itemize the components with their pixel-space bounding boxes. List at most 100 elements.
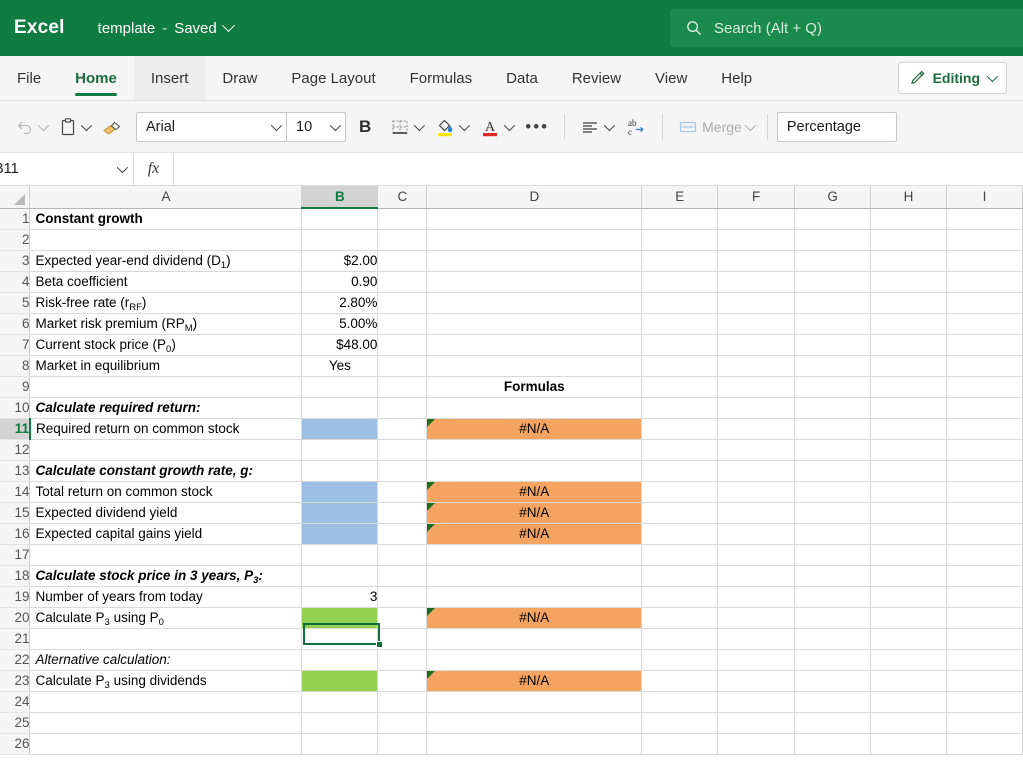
cell-C13[interactable] xyxy=(377,460,428,482)
cell-H14[interactable] xyxy=(870,481,947,503)
cell-C20[interactable] xyxy=(377,607,428,629)
cell-B9[interactable] xyxy=(301,376,379,398)
cell-G19[interactable] xyxy=(794,586,872,608)
cell-H19[interactable] xyxy=(870,586,947,608)
cell-D24[interactable] xyxy=(426,691,643,713)
tab-draw[interactable]: Draw xyxy=(205,56,274,100)
cell-A5[interactable]: Risk-free rate (rRF) xyxy=(29,292,303,314)
cell-H13[interactable] xyxy=(870,460,947,482)
cell-A18[interactable]: Calculate stock price in 3 years, P3: xyxy=(29,565,303,587)
tab-insert[interactable]: Insert xyxy=(133,56,206,100)
row-header-18[interactable]: 18 xyxy=(0,565,31,587)
cell-C3[interactable] xyxy=(377,250,428,272)
cell-I19[interactable] xyxy=(946,586,1023,608)
cell-D17[interactable] xyxy=(426,544,643,566)
cell-C6[interactable] xyxy=(377,313,428,335)
row-header-7[interactable]: 7 xyxy=(0,334,31,356)
cell-D19[interactable] xyxy=(426,586,643,608)
cell-A21[interactable] xyxy=(29,628,303,650)
cell-E26[interactable] xyxy=(641,733,719,755)
cell-D8[interactable] xyxy=(426,355,643,377)
paste-button[interactable] xyxy=(53,110,94,144)
cell-D14[interactable]: #N/A xyxy=(426,481,643,503)
cell-I8[interactable] xyxy=(946,355,1023,377)
cell-H9[interactable] xyxy=(870,376,947,398)
cell-H26[interactable] xyxy=(870,733,947,755)
cell-A3[interactable]: Expected year-end dividend (D1) xyxy=(29,250,303,272)
chevron-down-icon[interactable] xyxy=(986,70,999,83)
cell-I15[interactable] xyxy=(946,502,1023,524)
row-header-2[interactable]: 2 xyxy=(0,229,31,251)
row-header-26[interactable]: 26 xyxy=(0,733,31,755)
cell-A24[interactable] xyxy=(29,691,303,713)
cell-G4[interactable] xyxy=(794,271,872,293)
cell-A16[interactable]: Expected capital gains yield xyxy=(29,523,303,545)
cell-C22[interactable] xyxy=(377,649,428,671)
cell-E21[interactable] xyxy=(641,628,719,650)
tab-formulas[interactable]: Formulas xyxy=(393,56,490,100)
tab-page-layout[interactable]: Page Layout xyxy=(274,56,392,100)
fill-handle[interactable] xyxy=(376,641,383,648)
cell-F23[interactable] xyxy=(717,670,796,692)
cell-E19[interactable] xyxy=(641,586,719,608)
cell-I26[interactable] xyxy=(946,733,1023,755)
row-header-10[interactable]: 10 xyxy=(0,397,31,419)
cell-H1[interactable] xyxy=(870,208,947,230)
cell-B22[interactable] xyxy=(301,649,379,671)
row-header-12[interactable]: 12 xyxy=(0,439,31,461)
cell-H17[interactable] xyxy=(870,544,947,566)
cell-H24[interactable] xyxy=(870,691,947,713)
cell-E20[interactable] xyxy=(641,607,719,629)
cell-D2[interactable] xyxy=(426,229,643,251)
merge-button[interactable]: Merge xyxy=(672,110,758,144)
cell-E9[interactable] xyxy=(641,376,719,398)
cell-D5[interactable] xyxy=(426,292,643,314)
cell-D21[interactable] xyxy=(426,628,643,650)
cell-A4[interactable]: Beta coefficient xyxy=(29,271,303,293)
cell-D9[interactable]: Formulas xyxy=(426,376,643,398)
cell-C7[interactable] xyxy=(377,334,428,356)
cell-B2[interactable] xyxy=(301,229,379,251)
cell-G17[interactable] xyxy=(794,544,872,566)
cell-H2[interactable] xyxy=(870,229,947,251)
cell-I14[interactable] xyxy=(946,481,1023,503)
cell-I1[interactable] xyxy=(946,208,1023,230)
cell-E18[interactable] xyxy=(641,565,719,587)
cell-A23[interactable]: Calculate P3 using dividends xyxy=(29,670,303,692)
cell-E25[interactable] xyxy=(641,712,719,734)
cell-F8[interactable] xyxy=(717,355,796,377)
cell-I7[interactable] xyxy=(946,334,1023,356)
cell-A11[interactable]: Required return on common stock xyxy=(29,418,303,440)
column-header-c[interactable]: C xyxy=(377,186,428,209)
cell-C8[interactable] xyxy=(377,355,428,377)
cell-D11[interactable]: #N/A xyxy=(426,418,643,440)
column-header-f[interactable]: F xyxy=(717,186,796,209)
column-header-b[interactable]: B xyxy=(301,186,379,209)
cell-B19[interactable]: 3 xyxy=(301,586,379,608)
cell-F16[interactable] xyxy=(717,523,796,545)
cell-B14[interactable] xyxy=(301,481,379,503)
cell-F19[interactable] xyxy=(717,586,796,608)
cell-C9[interactable] xyxy=(377,376,428,398)
cell-B13[interactable] xyxy=(301,460,379,482)
cell-D25[interactable] xyxy=(426,712,643,734)
cell-H4[interactable] xyxy=(870,271,947,293)
column-header-a[interactable]: A xyxy=(29,186,303,209)
cell-F21[interactable] xyxy=(717,628,796,650)
row-header-8[interactable]: 8 xyxy=(0,355,31,377)
row-header-20[interactable]: 20 xyxy=(0,607,31,629)
cell-B6[interactable]: 5.00% xyxy=(301,313,379,335)
cell-H18[interactable] xyxy=(870,565,947,587)
fill-color-button[interactable] xyxy=(429,110,472,144)
cell-F22[interactable] xyxy=(717,649,796,671)
chevron-down-icon[interactable] xyxy=(37,119,50,131)
cell-H20[interactable] xyxy=(870,607,947,629)
tab-review[interactable]: Review xyxy=(555,56,638,100)
cell-C14[interactable] xyxy=(377,481,428,503)
cell-A26[interactable] xyxy=(29,733,303,755)
cell-E12[interactable] xyxy=(641,439,719,461)
bold-button[interactable]: B xyxy=(348,110,382,144)
cell-B16[interactable] xyxy=(301,523,379,545)
formula-input[interactable] xyxy=(174,153,1023,185)
cell-I16[interactable] xyxy=(946,523,1023,545)
